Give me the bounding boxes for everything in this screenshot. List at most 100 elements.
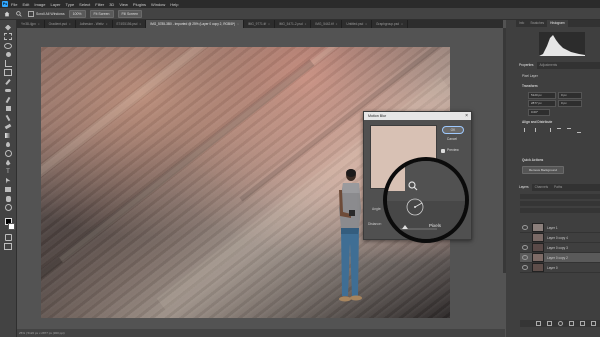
fill-screen-button[interactable]: Fill Screen — [117, 9, 143, 18]
menu-filter[interactable]: Filter — [95, 2, 104, 7]
tab-document-8[interactable]: IMG_5442.tif × — [311, 20, 343, 28]
menu-window[interactable]: Window — [151, 2, 165, 7]
eye-hidden-icon[interactable] — [522, 235, 528, 240]
eyedropper-tool-icon[interactable] — [4, 78, 12, 85]
menu-plugins[interactable]: Plugins — [133, 2, 146, 7]
close-icon[interactable]: × — [38, 20, 40, 28]
screen-mode-icon[interactable] — [4, 243, 12, 250]
menu-layer[interactable]: Layer — [50, 2, 60, 7]
eye-icon[interactable] — [522, 245, 528, 250]
tab-histogram[interactable]: Histogram — [547, 20, 568, 27]
close-icon[interactable]: × — [401, 20, 403, 28]
close-icon[interactable]: × — [139, 20, 141, 28]
zoom-tool-icon[interactable] — [16, 10, 22, 17]
align-bottom-icon[interactable] — [577, 128, 581, 133]
frame-tool-icon[interactable] — [4, 69, 12, 76]
close-icon[interactable]: × — [106, 20, 108, 28]
angle-field[interactable]: 0.00° — [528, 109, 550, 116]
tab-document-9[interactable]: Untitled.psd × — [342, 20, 373, 28]
close-icon[interactable]: × — [465, 112, 468, 120]
zoom-tool-side-icon[interactable] — [4, 204, 12, 211]
menu-edit[interactable]: Edit — [22, 2, 29, 7]
ok-button[interactable]: OK — [442, 126, 464, 134]
tab-channels[interactable]: Channels — [532, 184, 551, 191]
new-layer-icon[interactable] — [580, 321, 585, 326]
rectangle-tool-icon[interactable] — [4, 186, 12, 193]
menu-select[interactable]: Select — [79, 2, 90, 7]
zoom-100-button[interactable]: 100% — [68, 9, 86, 18]
close-icon[interactable]: × — [336, 20, 338, 28]
type-tool-icon[interactable]: T — [4, 168, 12, 175]
scroll-all-windows-checkbox[interactable] — [28, 10, 34, 17]
tab-properties[interactable]: Properties — [516, 62, 537, 69]
tab-document-10[interactable]: Graphgroup.psd × — [372, 20, 408, 28]
background-color-swatch[interactable] — [7, 223, 15, 230]
preview-checkbox[interactable] — [441, 149, 445, 153]
eye-icon[interactable] — [522, 265, 528, 270]
layer-row-selected[interactable]: Layer 0 copy 2 — [520, 253, 600, 263]
dialog-title-bar[interactable]: Motion Blur × — [364, 112, 471, 120]
lock-row[interactable] — [520, 208, 600, 213]
tab-document-2[interactable]: Gradient.psd × — [45, 20, 76, 28]
align-top-icon[interactable] — [557, 128, 561, 133]
marquee-tool-icon[interactable] — [4, 33, 12, 40]
path-select-tool-icon[interactable] — [4, 177, 12, 184]
align-left-icon[interactable] — [524, 128, 529, 132]
eraser-tool-icon[interactable] — [4, 123, 12, 130]
menu-3d[interactable]: 3D — [109, 2, 114, 7]
tab-document-3[interactable]: Adhesion - Weitz × — [76, 20, 113, 28]
layer-row[interactable]: Layer 1 — [520, 223, 600, 233]
height-field[interactable]: 2877 px — [528, 100, 556, 107]
quick-mask-icon[interactable] — [4, 234, 12, 241]
fx-icon[interactable] — [547, 321, 552, 326]
align-right-icon[interactable] — [546, 128, 551, 132]
eye-icon[interactable] — [522, 255, 528, 260]
tab-document-1[interactable]: Yrr38-4jpn × — [17, 20, 45, 28]
lasso-tool-icon[interactable] — [4, 42, 12, 49]
home-icon[interactable] — [4, 11, 10, 17]
width-field[interactable]: 5120 px — [528, 92, 556, 99]
menu-image[interactable]: Image — [34, 2, 45, 7]
fit-screen-button[interactable]: Fit Screen — [89, 9, 114, 18]
dodge-tool-icon[interactable] — [4, 150, 12, 157]
close-icon[interactable]: × — [69, 20, 71, 28]
close-icon[interactable]: × — [305, 20, 307, 28]
align-middle-icon[interactable] — [567, 128, 571, 133]
blur-tool-icon[interactable] — [4, 141, 12, 148]
brush-tool-icon[interactable] — [4, 96, 12, 103]
tab-layers[interactable]: Layers — [516, 184, 532, 191]
tab-document-4[interactable]: E74S5156.psd × — [113, 20, 147, 28]
healing-tool-icon[interactable] — [4, 87, 12, 94]
tab-info[interactable]: Info — [516, 20, 527, 27]
layers-filter-bar[interactable] — [520, 194, 600, 199]
pen-tool-icon[interactable] — [4, 159, 12, 166]
menu-view[interactable]: View — [119, 2, 128, 7]
layer-row[interactable]: Layer 0 — [520, 263, 600, 273]
layer-row[interactable]: Layer 0 copy 4 — [520, 233, 600, 243]
y-field[interactable]: 0 px — [558, 100, 582, 107]
tab-swatches[interactable]: Swatches — [527, 20, 547, 27]
move-tool-icon[interactable] — [4, 24, 12, 31]
blend-mode-row[interactable] — [520, 201, 600, 206]
menu-type[interactable]: Type — [66, 2, 75, 7]
cancel-button[interactable]: Cancel — [442, 136, 462, 142]
history-brush-tool-icon[interactable] — [4, 114, 12, 121]
layer-row[interactable]: Layer 0 copy 3 — [520, 243, 600, 253]
clone-stamp-tool-icon[interactable] — [4, 105, 12, 112]
tab-paths[interactable]: Paths — [551, 184, 565, 191]
x-field[interactable]: 0 px — [558, 92, 582, 99]
eye-icon[interactable] — [522, 225, 528, 230]
remove-background-button[interactable]: Remove Background — [522, 166, 564, 174]
new-group-icon[interactable] — [569, 321, 574, 326]
link-layers-icon[interactable] — [536, 321, 541, 326]
tab-adjustments[interactable]: Adjustments — [537, 62, 561, 69]
tab-document-7[interactable]: IMG_5471-2.psd × — [275, 20, 312, 28]
menu-help[interactable]: Help — [170, 2, 178, 7]
align-center-icon[interactable] — [535, 128, 540, 132]
quick-select-tool-icon[interactable] — [4, 51, 12, 58]
gradient-tool-icon[interactable] — [4, 132, 12, 139]
add-mask-icon[interactable] — [558, 321, 563, 326]
close-icon[interactable]: × — [268, 20, 270, 28]
crop-tool-icon[interactable] — [4, 60, 12, 67]
hand-tool-icon[interactable] — [4, 195, 12, 202]
